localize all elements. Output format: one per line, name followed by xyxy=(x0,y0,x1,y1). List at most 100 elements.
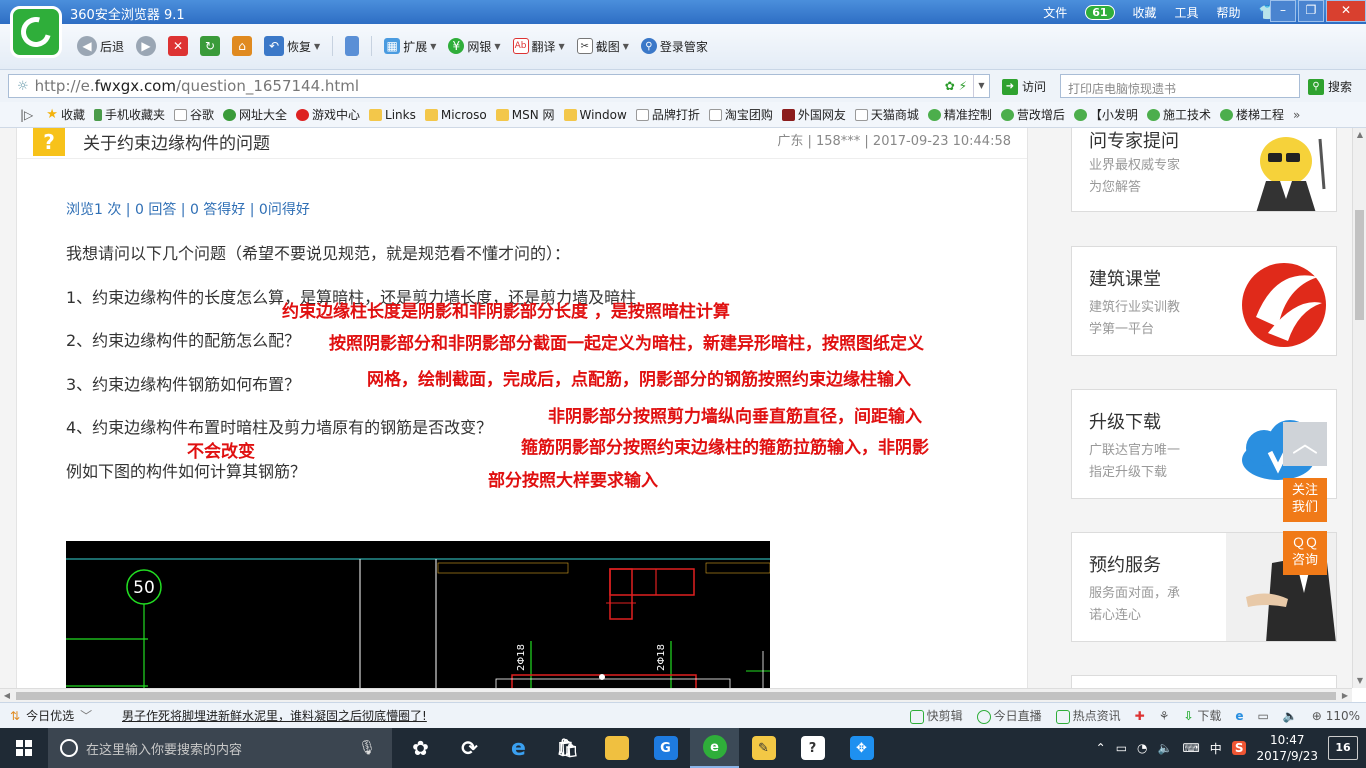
back-button[interactable]: ◀ 后退 xyxy=(74,34,127,58)
fav-item-mobile[interactable]: 手机收藏夹 xyxy=(93,106,165,123)
fav-item-brand-sale[interactable]: 品牌打折 xyxy=(635,106,700,123)
browser-logo-icon[interactable] xyxy=(10,6,62,58)
fav-item-vat[interactable]: 营改增后 xyxy=(1000,106,1065,123)
question-stats[interactable]: 浏览1 次 | 0 回答 | 0 答得好 | 0问得好 xyxy=(66,199,310,219)
taskbar-app-360browser[interactable]: e xyxy=(690,728,739,768)
address-dropdown-icon[interactable]: ▼ xyxy=(973,75,989,97)
today-picks[interactable]: ⇅ 今日优选 ﹀ xyxy=(10,707,92,724)
horizontal-scroll-thumb[interactable] xyxy=(16,692,1336,700)
sogou-icon[interactable]: S xyxy=(1231,741,1247,755)
start-button[interactable] xyxy=(0,728,48,768)
taskbar-app-explorer[interactable] xyxy=(592,728,641,768)
taskbar-app-edge[interactable]: e xyxy=(494,728,543,768)
fav-item-windows[interactable]: Window xyxy=(563,108,627,122)
fav-item-stairs[interactable]: 楼梯工程 xyxy=(1219,106,1284,123)
clock[interactable]: 10:47 2017/9/23 xyxy=(1256,732,1318,764)
sidebar-card-next[interactable] xyxy=(1071,675,1337,688)
sidebar-card-classroom[interactable]: 建筑课堂 建筑行业实训教 学第一平台 xyxy=(1071,246,1337,356)
fav-item-invention[interactable]: 【小发明 xyxy=(1073,106,1138,123)
close-button[interactable]: ✕ xyxy=(1326,0,1366,22)
zoom-level[interactable]: ⊕ 110% xyxy=(1312,709,1360,723)
login-manager-button[interactable]: ⚲ 登录管家 xyxy=(638,34,711,58)
taskbar-app-glodon[interactable]: G xyxy=(641,728,690,768)
taskbar-app-baidu[interactable]: ✿ xyxy=(396,728,445,768)
maximize-button[interactable]: ❐ xyxy=(1298,0,1324,22)
screenshot-button[interactable]: ✂ 截图 ▼ xyxy=(574,34,632,58)
taskbar-app-360[interactable]: ⟳ xyxy=(445,728,494,768)
scroll-down-icon[interactable]: ▼ xyxy=(1353,674,1366,688)
taskbar-app-help[interactable]: ? xyxy=(788,728,837,768)
hot-news-button[interactable]: 热点资讯 xyxy=(1055,707,1121,724)
taskbar-app-notes[interactable]: ✎ xyxy=(739,728,788,768)
qq-consult-button[interactable]: ＱＱ咨询 xyxy=(1283,531,1327,575)
taskbar-app-store[interactable]: 🛍 xyxy=(543,728,592,768)
restore-button[interactable]: ↶ 恢复 ▼ xyxy=(261,34,323,58)
forward-button[interactable]: ▶ xyxy=(133,34,159,58)
fav-item-games[interactable]: 游戏中心 xyxy=(296,106,360,123)
ime-indicator[interactable]: 中 xyxy=(1210,740,1222,757)
scroll-left-icon[interactable]: ◀ xyxy=(0,689,14,703)
scroll-up-icon[interactable]: ▲ xyxy=(1353,128,1366,142)
volume-icon[interactable]: 🔈 xyxy=(1283,709,1298,723)
back-to-top-button[interactable]: ︿ xyxy=(1283,422,1327,466)
fav-item-favorites[interactable]: ★ 收藏 xyxy=(46,106,85,123)
cad-drawing-image[interactable]: 50 2Φ18 2Φ18 xyxy=(66,541,770,688)
action-center-button[interactable]: 16 xyxy=(1328,736,1358,760)
fav-item-taobao[interactable]: 淘宝团购 xyxy=(708,106,773,123)
fav-item-foreign[interactable]: 外国网友 xyxy=(781,106,846,123)
menu-file[interactable]: 文件 xyxy=(1043,4,1067,21)
fav-item-tmall[interactable]: 天猫商城 xyxy=(854,106,919,123)
pin-icon[interactable]: ⚘ xyxy=(1159,709,1170,723)
taskbar-search-input[interactable]: 在这里输入你要搜索的内容 🎙 xyxy=(48,728,392,768)
fav-item-google[interactable]: 谷歌 xyxy=(173,106,214,123)
fav-item-site-nav[interactable]: 网址大全 xyxy=(222,106,287,123)
search-button[interactable]: ⚲ 搜索 xyxy=(1308,78,1352,95)
keyboard-icon[interactable]: ⌨ xyxy=(1182,741,1199,755)
ie-icon[interactable]: e xyxy=(1235,709,1243,723)
visit-button[interactable]: ➜ 访问 xyxy=(1002,78,1046,95)
phone-button[interactable] xyxy=(342,34,362,58)
extend-button[interactable]: ▦ 扩展 ▼ xyxy=(381,34,439,58)
menu-help[interactable]: 帮助 xyxy=(1217,4,1241,21)
home-button[interactable]: ⌂ xyxy=(229,34,255,58)
wifi-icon[interactable]: ◔ xyxy=(1137,741,1147,755)
refresh-button[interactable]: ↻ xyxy=(197,34,223,58)
speed-icon[interactable]: ✿ ⚡ xyxy=(945,79,967,93)
sidebar-toggle-icon[interactable]: |▷ xyxy=(20,108,33,122)
scroll-right-icon[interactable]: ▶ xyxy=(1338,689,1352,703)
taskbar-app-remote[interactable]: ✥ xyxy=(837,728,886,768)
vertical-scroll-thumb[interactable] xyxy=(1355,210,1364,320)
notification-badge[interactable]: 61 xyxy=(1085,5,1115,20)
menu-tools[interactable]: 工具 xyxy=(1175,4,1199,21)
minimize-button[interactable]: – xyxy=(1270,0,1296,22)
download-button[interactable]: ⇩ 下载 xyxy=(1183,707,1221,724)
fav-label: 品牌打折 xyxy=(651,108,700,122)
stop-button[interactable]: ✕ xyxy=(165,34,191,58)
health-icon[interactable]: ✚ xyxy=(1135,709,1145,723)
search-input[interactable]: 打印店电脑惊现遗书 xyxy=(1060,74,1300,98)
follow-us-button[interactable]: 关注我们 xyxy=(1283,478,1327,522)
fav-item-construction[interactable]: 施工技术 xyxy=(1146,106,1211,123)
menu-favorites[interactable]: 收藏 xyxy=(1133,4,1157,21)
speaker-icon[interactable]: 🔈 xyxy=(1158,741,1173,755)
browser-toolbar: ◀ 后退 ▶ ✕ ↻ ⌂ ↶ 恢复 ▼ ▦ 扩展 ▼ ¥ 网银 ▼ Ab 翻译 … xyxy=(0,24,1366,70)
sidebar-card-expert[interactable]: 问专家提问 业界最权威专家 为您解答 xyxy=(1071,128,1337,212)
quick-edit-button[interactable]: 快剪辑 xyxy=(909,707,963,724)
fav-item-msn[interactable]: MSN 网 xyxy=(495,106,555,123)
bank-button[interactable]: ¥ 网银 ▼ xyxy=(445,34,503,58)
fav-item-microsoft[interactable]: Microso xyxy=(424,108,487,122)
news-ticker-link[interactable]: 男子作死将脚埋进新鲜水泥里，谁料凝固之后彻底懵圈了! xyxy=(122,707,427,724)
fav-item-links[interactable]: Links xyxy=(369,108,416,122)
fav-item-precise[interactable]: 精准控制 xyxy=(927,106,992,123)
site-info-icon[interactable]: ☼ xyxy=(17,79,29,94)
tray-expand-icon[interactable]: ⌃ xyxy=(1096,741,1106,755)
translate-button[interactable]: Ab 翻译 ▼ xyxy=(510,34,568,58)
vertical-scrollbar[interactable]: ▲ ▼ xyxy=(1352,128,1366,688)
tray-app-icon[interactable]: ▭ xyxy=(1116,741,1127,755)
horizontal-scrollbar[interactable]: ◀ ▶ xyxy=(0,688,1352,702)
live-button[interactable]: 今日直播 xyxy=(976,707,1042,724)
address-bar[interactable]: ☼ http://e. fwxgx.com/question_1657144.ht… xyxy=(8,74,990,98)
microphone-icon[interactable]: 🎙 xyxy=(358,740,376,756)
more-favorites-icon[interactable]: » xyxy=(1293,108,1300,122)
window-icon[interactable]: ▭ xyxy=(1258,709,1269,723)
